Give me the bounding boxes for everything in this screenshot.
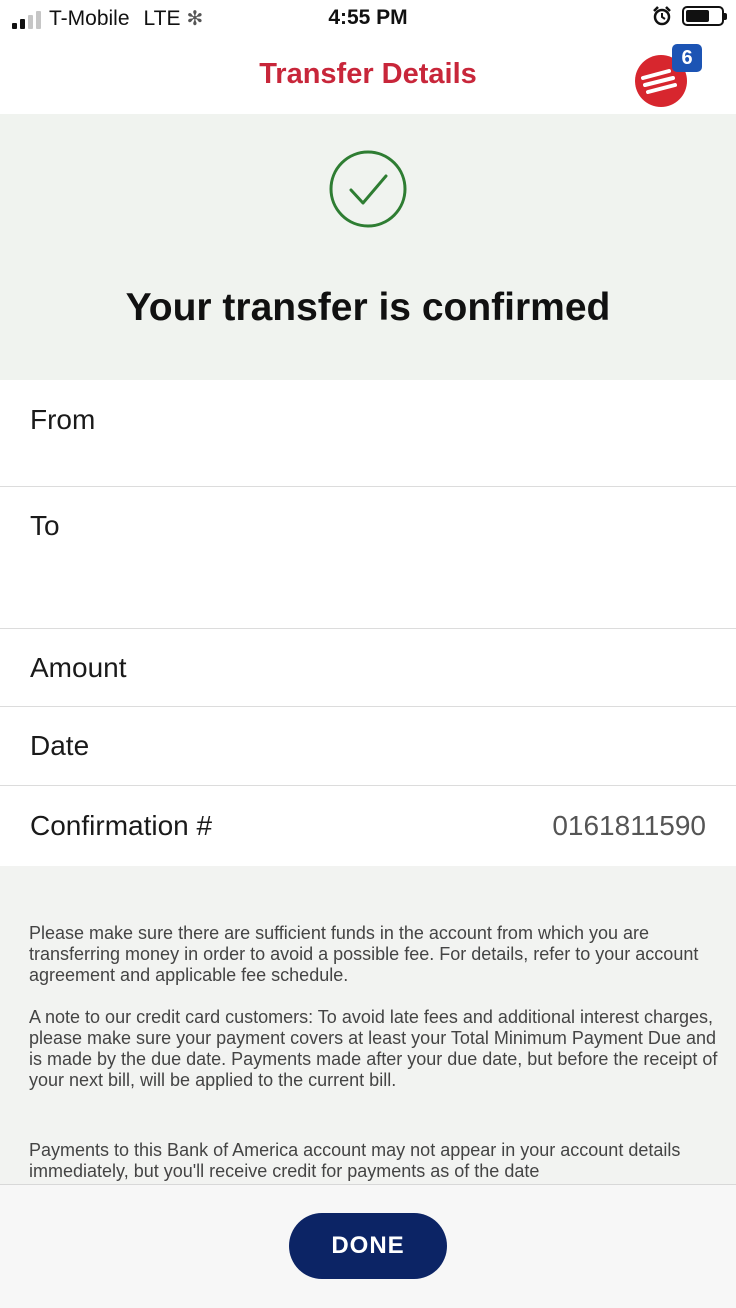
status-bar: T-Mobile LTE ✻ 4:55 PM	[0, 0, 736, 38]
battery-icon	[682, 6, 727, 26]
confirmation-title: Your transfer is confirmed	[125, 286, 611, 329]
detail-row-amount: Amount	[0, 629, 736, 707]
confirmation-number-value: 0161811590	[552, 810, 706, 841]
confirmation-number-label: Confirmation #	[30, 810, 213, 841]
check-circle-icon	[329, 150, 407, 228]
confirmation-banner: Your transfer is confirmed	[0, 114, 736, 380]
disclaimer-section: Please make sure there are sufficient fu…	[0, 866, 736, 1184]
date-label: Date	[30, 730, 90, 761]
to-label: To	[30, 510, 60, 541]
status-right	[652, 6, 727, 26]
detail-row-to: To	[0, 487, 736, 629]
detail-row-confirmation: Confirmation # 0161811590	[0, 786, 736, 866]
footer-bar: DONE	[0, 1184, 736, 1308]
page-title: Transfer Details	[259, 58, 477, 90]
transfer-details-list: From To Amount Date Confirmation # 01618…	[0, 380, 736, 866]
alarm-clock-icon	[653, 6, 671, 26]
from-label: From	[30, 404, 96, 435]
disclaimer-funds: Please make sure there are sufficient fu…	[29, 923, 699, 985]
disclaimer-payments: Payments to this Bank of America account…	[29, 1140, 681, 1181]
status-time: 4:55 PM	[328, 6, 408, 29]
detail-row-from: From	[0, 380, 736, 487]
notification-badge: 6	[672, 44, 702, 72]
amount-label: Amount	[30, 652, 127, 683]
help-button[interactable]: 6	[634, 44, 704, 107]
nav-bar: Transfer Details 6	[0, 38, 736, 114]
done-button[interactable]: DONE	[289, 1213, 447, 1279]
detail-row-date: Date	[0, 707, 736, 786]
disclaimer-credit-card: A note to our credit card customers: To …	[29, 1007, 718, 1090]
